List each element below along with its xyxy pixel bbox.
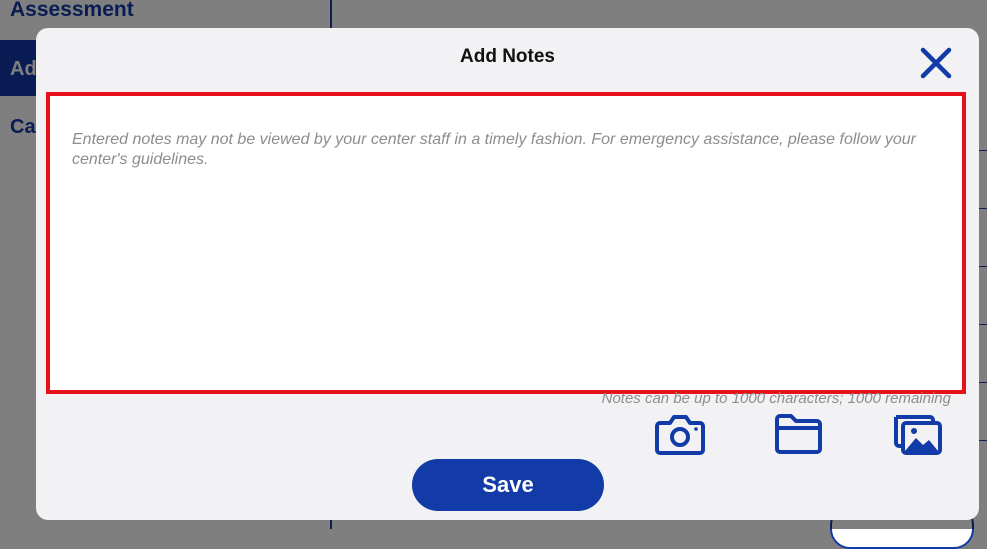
notes-field-frame (46, 92, 966, 394)
camera-icon (655, 415, 705, 455)
folder-button[interactable] (773, 411, 825, 455)
modal-title: Add Notes (460, 46, 555, 67)
gallery-icon (894, 415, 942, 455)
notes-textarea[interactable] (60, 104, 952, 382)
close-button[interactable] (919, 46, 953, 80)
folder-icon (775, 414, 822, 454)
gallery-button[interactable] (892, 411, 944, 455)
character-count: Notes can be up to 1000 characters; 1000… (601, 390, 951, 407)
add-notes-modal: Add Notes Notes can be up to 1000 charac… (36, 28, 979, 520)
save-button[interactable]: Save (412, 459, 604, 511)
camera-button[interactable] (654, 411, 706, 455)
close-icon (920, 47, 952, 79)
